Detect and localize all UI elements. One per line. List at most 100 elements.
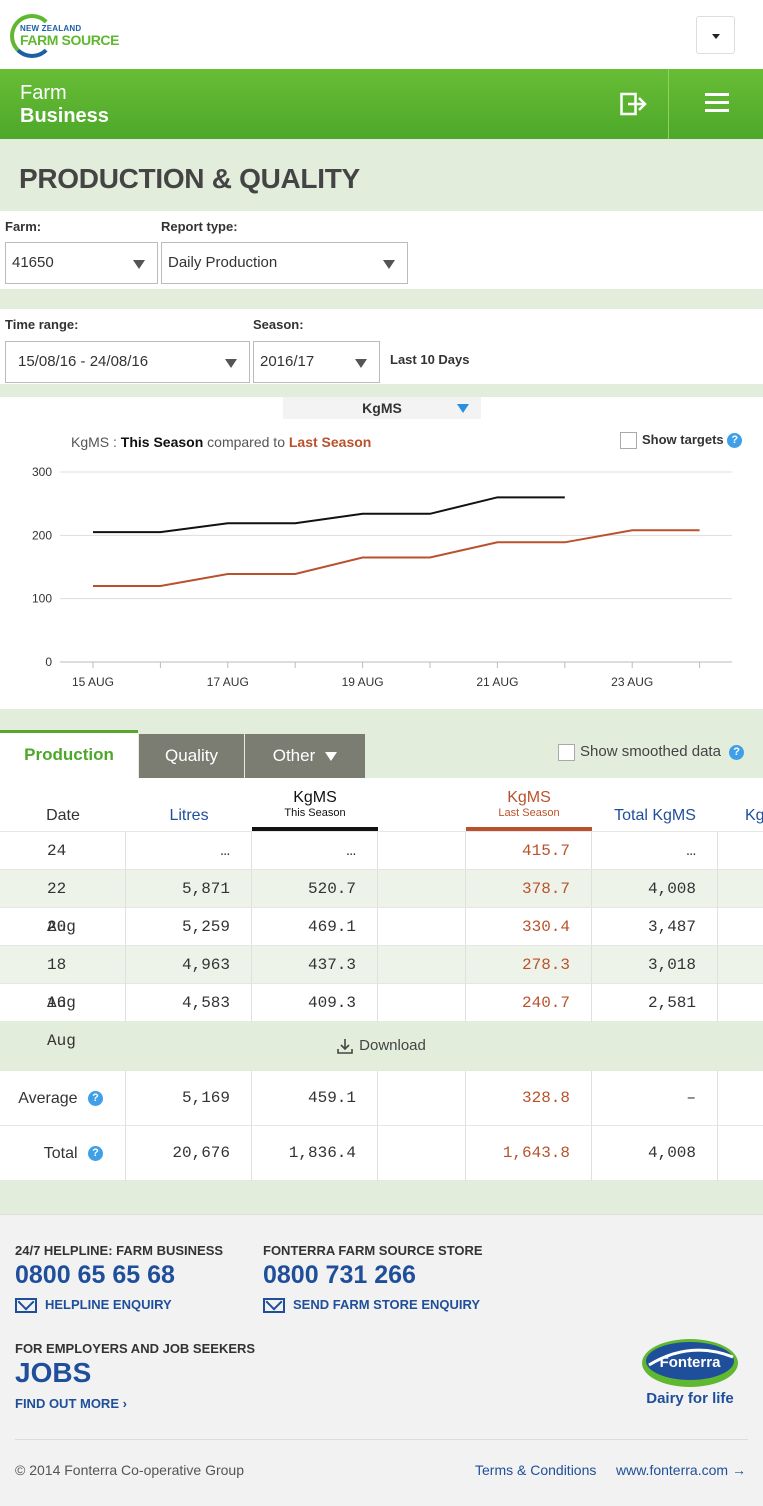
x-tick-label: 17 AUG [207,675,249,689]
row-kgms-last-season: 240.7 [466,984,592,1022]
average-kgms-ls: 328.8 [466,1071,592,1126]
farm-source-logo[interactable]: NEW ZEALAND FARM SOURCE [10,14,122,58]
help-icon[interactable]: ? [727,433,743,449]
section-title-line2: Business [20,105,109,127]
tab-production[interactable]: Production [0,730,138,778]
show-targets-checkbox[interactable] [620,432,637,450]
help-icon[interactable]: ? [88,1146,103,1162]
row-kgms-this-season: 469.1 [252,908,378,946]
x-tick-label: 21 AUG [476,675,518,689]
footer: 24/7 HELPLINE: FARM BUSINESS 0800 65 65 … [0,1214,763,1506]
chevron-down-icon [225,359,237,368]
season-select[interactable]: 2016/17 [253,341,380,383]
time-filters: Time range: 15/08/16 - 24/08/16 Season: … [0,309,763,384]
row-kgms-this-season: 409.3 [252,984,378,1022]
show-targets-toggle[interactable]: Show targets ? [620,432,743,450]
download-icon [337,1039,353,1054]
helpline-enquiry-link[interactable]: HELPLINE ENQUIRY [15,1297,172,1314]
time-range-value: 15/08/16 - 24/08/16 [18,353,149,370]
total-litres: 20,676 [126,1126,252,1181]
col-kgms-last-season[interactable]: KgMS Last Season [466,778,592,831]
fonterra-site-link[interactable]: www.fonterra.com → [616,1462,746,1478]
col-kgms-ls-sub: Last Season [498,807,560,819]
show-smoothed-toggle[interactable]: Show smoothed data ? [558,743,745,761]
col-kgms-ts-sub: This Season [284,807,346,819]
row-kgms-last-season: 330.4 [466,908,592,946]
fonterra-logo[interactable]: Fonterra Dairy for life [635,1335,745,1415]
season-value: 2016/17 [260,353,315,370]
row-litres: 4,963 [126,946,252,984]
show-smoothed-checkbox[interactable] [558,743,575,761]
farm-select[interactable]: 41650 [5,242,158,284]
terms-link[interactable]: Terms & Conditions [475,1462,596,1478]
table-row: 24 Aug……415.7… [0,831,763,898]
tab-other-label: Other [272,746,316,765]
helpline-phone[interactable]: 0800 65 65 68 [15,1261,175,1290]
help-icon[interactable]: ? [88,1091,103,1107]
row-kgms-last-season: 378.7 [466,870,592,908]
col-kgms-this-season[interactable]: KgMS This Season [252,778,378,831]
total-label-cell: Total ? [0,1126,126,1181]
metric-value: KgMS [362,400,402,416]
mail-icon [15,1298,37,1314]
tab-other[interactable]: Other [245,734,365,778]
y-tick-label: 200 [32,528,52,542]
find-out-more-label: FIND OUT MORE [15,1396,119,1411]
row-kgms-this-season: 437.3 [252,946,378,984]
row-total-kgms: 3,487 [592,908,718,946]
chevron-down-icon [325,752,338,762]
show-targets-label: Show targets [642,432,724,447]
series-line-last-season [93,529,700,587]
x-tick-label: 19 AUG [342,675,384,689]
store-enquiry-link[interactable]: SEND FARM STORE ENQUIRY [263,1297,480,1314]
row-date: 16 Aug [0,984,126,1050]
divider [0,709,763,730]
average-label: Average [18,1090,78,1107]
y-tick-label: 300 [32,465,52,479]
empty-cell [378,908,466,946]
find-out-more-link[interactable]: FIND OUT MORE › [15,1396,127,1411]
col-kgms-ls-label: KgMS [507,789,551,806]
x-tick-label: 23 AUG [611,675,653,689]
row-total-kgms: 4,008 [592,870,718,908]
empty-cell [378,1126,466,1181]
logout-icon[interactable] [620,91,648,117]
table-header: Date Litres KgMS This Season KgMS Last S… [0,778,763,831]
col-litres-label: Litres [169,807,209,824]
help-icon[interactable]: ? [729,744,745,760]
divider [0,289,763,309]
fonterra-brand: Fonterra [660,1354,722,1371]
col-cut-off[interactable]: Kg [718,778,763,831]
total-row: Total ? 20,676 1,836.4 1,643.8 4,008 [0,1126,763,1181]
page-title: PRODUCTION & QUALITY [19,163,360,194]
col-litres[interactable]: Litres [126,778,252,831]
x-tick-label: 15 AUG [72,675,114,689]
tab-quality[interactable]: Quality [139,734,244,778]
row-total-kgms: 2,581 [592,984,718,1022]
report-type-select[interactable]: Daily Production [161,242,408,284]
col-total-kgms[interactable]: Total KgMS [592,778,718,831]
time-range-select[interactable]: 15/08/16 - 24/08/16 [5,341,250,383]
row-total-kgms: … [592,832,718,870]
average-row: Average ? 5,169 459.1 328.8 – [0,1071,763,1126]
farm-report-filters: Farm: 41650 Report type: Daily Productio… [0,211,763,289]
account-dropdown-button[interactable] [696,16,735,54]
copyright: © 2014 Fonterra Co-operative Group [15,1462,244,1478]
hamburger-menu-icon[interactable] [705,93,729,113]
metric-select[interactable]: KgMS [283,397,481,419]
subtitle-this-season: This Season [120,434,204,450]
chart-panel: KgMS KgMS : This Season compared to Last… [0,397,763,709]
arrow-right-icon: › [122,1396,127,1411]
jobs-heading[interactable]: JOBS [15,1357,91,1389]
store-title: FONTERRA FARM SOURCE STORE [263,1243,483,1258]
empty-cell [378,870,466,908]
farm-label: Farm: [5,219,42,234]
table-row: 22 Aug 5,871 520.7 378.7 4,008 [0,869,763,936]
store-phone[interactable]: 0800 731 266 [263,1261,416,1290]
nav-divider [668,69,669,139]
range-note: Last 10 Days [390,352,470,367]
tabs-bar: Production Quality Other Show smoothed d… [0,730,763,778]
download-button[interactable]: Download [0,1021,763,1071]
total-kgms-ts: 1,836.4 [252,1126,378,1181]
series-line-this-season [93,496,565,534]
